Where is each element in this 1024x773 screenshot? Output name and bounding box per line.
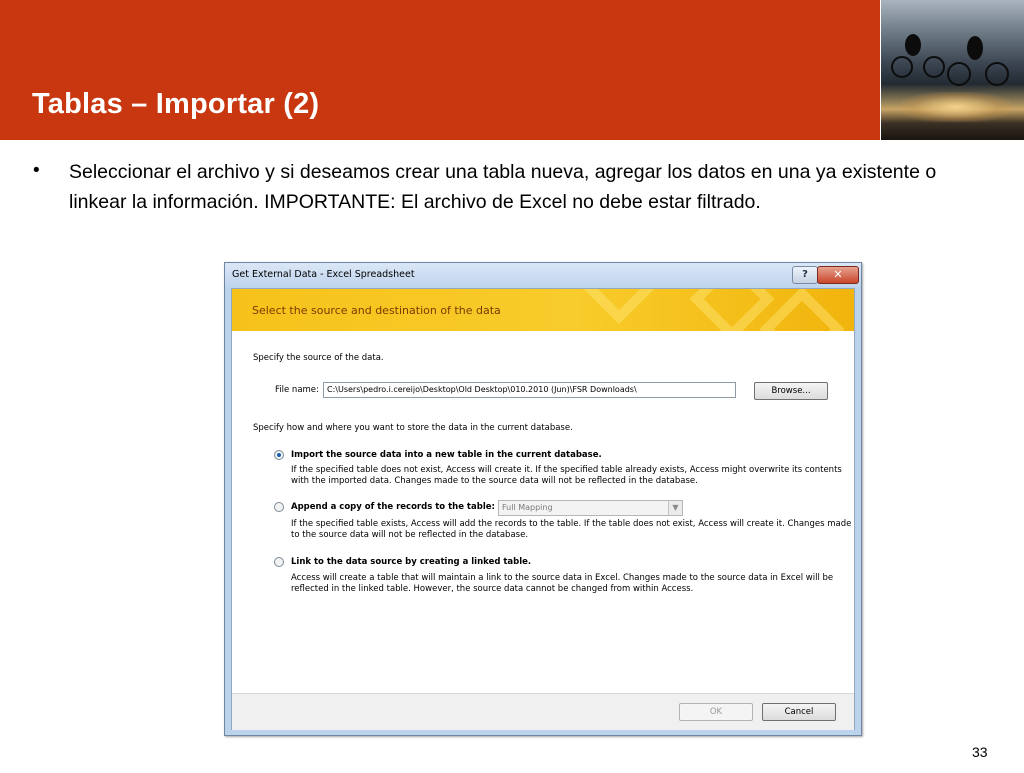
- append-table-dropdown[interactable]: Full Mapping ▼: [498, 500, 683, 516]
- rider-right-body: [967, 36, 983, 60]
- header-photo-cyclists: [881, 0, 1024, 140]
- option-import-desc-line2: with the imported data. Changes made to …: [291, 476, 698, 486]
- rider-left-body: [905, 34, 921, 56]
- slide-title: Tablas – Importar (2): [32, 88, 320, 120]
- dialog-content: Select the source and destination of the…: [231, 288, 855, 730]
- photo-water-glow: [901, 92, 1011, 122]
- rider-left-wheel-front: [923, 56, 945, 78]
- import-dialog-window: Get External Data - Excel Spreadsheet ? …: [224, 262, 862, 736]
- option-link-desc-line1: Access will create a table that will mai…: [291, 573, 834, 583]
- browse-button[interactable]: Browse...: [754, 382, 828, 400]
- rider-right-wheel-back: [947, 62, 971, 86]
- option-import-label[interactable]: Import the source data into a new table …: [291, 450, 602, 460]
- source-label: Specify the source of the data.: [253, 353, 384, 363]
- rider-left-wheel-back: [891, 56, 913, 78]
- bullet-marker: •: [33, 160, 40, 181]
- ok-button[interactable]: OK: [679, 703, 753, 721]
- dialog-titlebar: Get External Data - Excel Spreadsheet ? …: [225, 263, 861, 287]
- option-link-label[interactable]: Link to the data source by creating a li…: [291, 557, 531, 567]
- store-label: Specify how and where you want to store …: [253, 423, 573, 433]
- radio-link-data-source[interactable]: [274, 557, 284, 567]
- option-link-desc-line2: reflected in the linked table. However, …: [291, 584, 694, 594]
- close-button[interactable]: ✕: [817, 266, 859, 284]
- radio-import-new-table[interactable]: [274, 450, 284, 460]
- option-append-desc-line2: to the source data will not be reflected…: [291, 530, 529, 540]
- banner-decoration: [580, 289, 658, 325]
- append-table-value: Full Mapping: [502, 503, 553, 512]
- option-import-desc-line1: If the specified table does not exist, A…: [291, 465, 842, 475]
- radio-append-records[interactable]: [274, 502, 284, 512]
- file-name-label: File name:: [275, 385, 319, 395]
- rider-right-wheel-front: [985, 62, 1009, 86]
- banner-heading: Select the source and destination of the…: [252, 304, 501, 317]
- banner-decoration: [689, 289, 775, 331]
- bullet-text: Seleccionar el archivo y si deseamos cre…: [69, 161, 937, 213]
- page-number: 33: [972, 744, 988, 760]
- dialog-title: Get External Data - Excel Spreadsheet: [232, 269, 415, 280]
- banner-decoration: [759, 289, 845, 331]
- chevron-down-icon[interactable]: ▼: [668, 501, 682, 515]
- file-name-input[interactable]: C:\Users\pedro.i.cereijo\Desktop\Old Des…: [323, 382, 736, 398]
- dialog-banner: Select the source and destination of the…: [232, 289, 854, 331]
- option-append-label[interactable]: Append a copy of the records to the tabl…: [291, 502, 495, 512]
- dialog-footer: OK Cancel: [232, 693, 854, 730]
- help-button[interactable]: ?: [792, 266, 818, 284]
- cancel-button[interactable]: Cancel: [762, 703, 836, 721]
- option-append-desc-line1: If the specified table exists, Access wi…: [291, 519, 852, 529]
- slide-header: Tablas – Importar (2): [0, 0, 880, 140]
